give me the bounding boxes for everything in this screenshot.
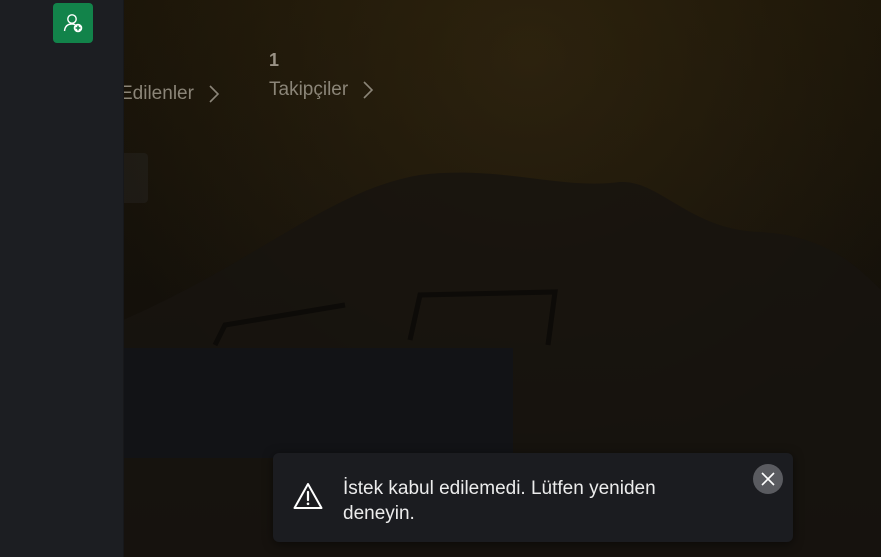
close-icon bbox=[761, 472, 775, 486]
chevron-right-icon bbox=[363, 81, 374, 99]
chevron-right-icon bbox=[209, 85, 220, 103]
content-panel bbox=[123, 348, 513, 458]
add-friend-button[interactable] bbox=[53, 3, 93, 43]
toast-close-button[interactable] bbox=[753, 464, 783, 494]
toast-message: İstek kabul edilemedi. Lütfen yeniden de… bbox=[343, 478, 656, 524]
following-label: Edilenler bbox=[120, 83, 194, 104]
followers-label: Takipçiler bbox=[269, 79, 349, 100]
error-toast: İstek kabul edilemedi. Lütfen yeniden de… bbox=[273, 453, 793, 542]
followers-stat[interactable]: 1 Takipçiler bbox=[269, 50, 374, 101]
followers-count: 1 bbox=[269, 50, 280, 70]
add-user-icon bbox=[63, 14, 83, 33]
following-stat[interactable]: Edilenler bbox=[120, 50, 220, 105]
warning-icon bbox=[293, 483, 323, 509]
sidebar bbox=[0, 0, 124, 557]
